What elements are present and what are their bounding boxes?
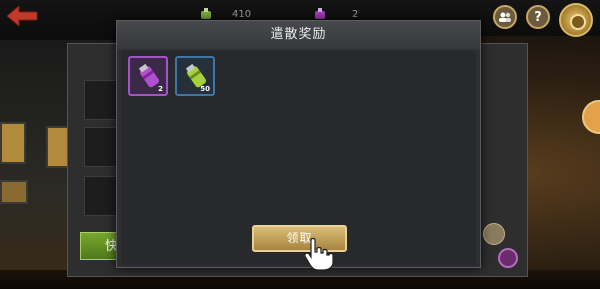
panel-slot bbox=[84, 176, 120, 216]
resource-count-purple: 2 bbox=[352, 9, 359, 20]
users-icon bbox=[499, 12, 511, 22]
panel-slot bbox=[84, 127, 120, 167]
panel-slot bbox=[84, 80, 120, 120]
item-count: 2 bbox=[158, 85, 163, 93]
train-window bbox=[0, 180, 28, 204]
medal-center bbox=[570, 14, 586, 30]
friends-button[interactable] bbox=[493, 5, 517, 29]
back-arrow-icon[interactable] bbox=[7, 6, 39, 26]
train-window bbox=[0, 122, 26, 164]
resource-count-green: 410 bbox=[232, 9, 252, 20]
dialog-title: 遣散奖励 bbox=[117, 21, 480, 49]
help-icon: ? bbox=[534, 9, 542, 25]
help-button[interactable]: ? bbox=[526, 5, 550, 29]
reward-item-green-canister[interactable]: 50 bbox=[175, 56, 215, 96]
rank-medal-icon[interactable] bbox=[559, 3, 593, 37]
game-scene: 410 2 ? 快 遣散奖励 2 50 领取 bbox=[0, 0, 600, 289]
reward-item-purple-canister[interactable]: 2 bbox=[128, 56, 168, 96]
star-icon[interactable] bbox=[483, 223, 505, 245]
emblem-icon[interactable] bbox=[498, 248, 518, 268]
pointing-hand-icon bbox=[304, 237, 334, 271]
background-green-button[interactable]: 快 bbox=[80, 232, 120, 260]
item-count: 50 bbox=[200, 85, 210, 93]
